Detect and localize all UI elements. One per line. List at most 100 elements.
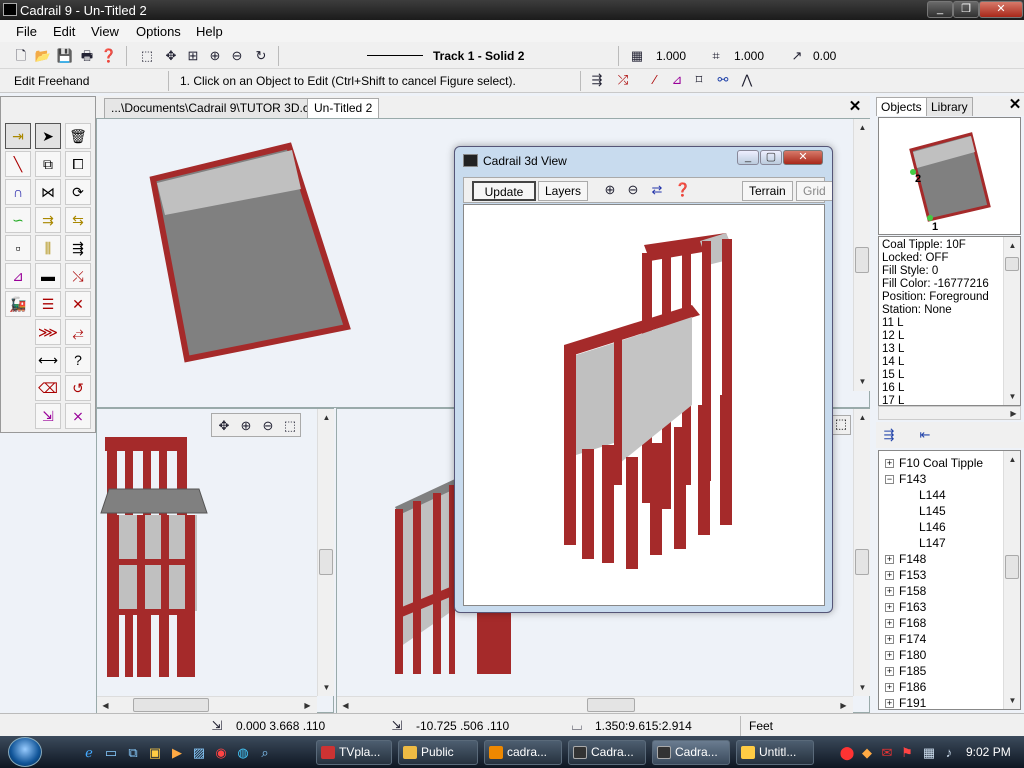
grid-icon[interactable]: ▦ <box>628 47 646 64</box>
tool-connect-icon[interactable]: ⇆ <box>65 207 91 233</box>
task-cadrail-browser[interactable]: cadra... <box>484 740 562 765</box>
zoom-window-icon[interactable]: ⊞ <box>184 47 202 64</box>
number-icon[interactable]: ⁄ <box>646 71 664 88</box>
tool-rotate-icon[interactable]: ⟳ <box>65 179 91 205</box>
tray-flag-icon[interactable]: ⚑ <box>898 744 916 761</box>
maximize-button[interactable]: ❐ <box>953 1 979 18</box>
tree-item[interactable]: F163 <box>899 600 926 614</box>
tool-line-icon[interactable]: ╲ <box>5 151 31 177</box>
tree-item[interactable]: L144 <box>919 488 946 502</box>
tool-dimension-icon[interactable]: ⟷ <box>35 347 61 373</box>
tray-alert-icon[interactable]: ⬤ <box>838 744 856 761</box>
props-vscroll[interactable]: ▲ ▼ <box>1003 237 1020 405</box>
tool-split-icon[interactable]: ⫼ <box>35 235 61 261</box>
scroll-right-icon[interactable]: ▶ <box>299 697 316 714</box>
save-icon[interactable]: 💾 <box>56 47 74 64</box>
scroll-right-icon[interactable]: ▶ <box>1005 405 1022 422</box>
collapse-tree-icon[interactable]: ⇤ <box>916 426 934 443</box>
tree-vscroll-thumb[interactable] <box>1005 555 1019 579</box>
front-hscroll-thumb[interactable] <box>133 698 209 712</box>
tab-objects[interactable]: Objects <box>876 97 927 116</box>
edit-shape-icon[interactable]: ⌑ <box>690 71 708 88</box>
angle-value[interactable]: 0.00 <box>813 49 836 63</box>
tool-flex-track-icon[interactable]: ∽ <box>5 207 31 233</box>
tree-item[interactable]: F158 <box>899 584 926 598</box>
props-hscroll[interactable]: ▶ <box>878 406 1021 420</box>
scroll-up-icon[interactable]: ▲ <box>854 119 871 136</box>
tree-item[interactable]: L145 <box>919 504 946 518</box>
media-player-icon[interactable]: ◉ <box>212 744 230 761</box>
view3d-minimize-button[interactable]: _ <box>737 150 759 165</box>
tree-expander-icon[interactable]: + <box>885 635 894 644</box>
start-button[interactable] <box>8 737 42 767</box>
front-view-pane[interactable]: ✥ ⊕ ⊖ ⬚ ▲ ▼ ◀ ▶ <box>96 408 334 713</box>
tool-curve-icon[interactable]: ∩ <box>5 179 31 205</box>
snap-icon[interactable]: ⌗ <box>707 47 725 64</box>
front-vscroll[interactable]: ▲ ▼ <box>317 409 334 696</box>
open-folder-icon[interactable]: 📂 <box>34 47 52 64</box>
side-vscroll[interactable]: ▲ ▼ <box>853 409 870 696</box>
tree-expander-icon[interactable]: + <box>885 555 894 564</box>
menu-help[interactable]: Help <box>196 24 223 39</box>
tab-untitled2[interactable]: Un-Titled 2 <box>307 98 380 118</box>
zoom-out-icon[interactable]: ⊖ <box>228 47 246 64</box>
angle-icon[interactable]: ↗ <box>788 47 806 64</box>
menu-edit[interactable]: Edit <box>53 24 75 39</box>
scroll-left-icon[interactable]: ◀ <box>97 697 114 714</box>
tree-expander-icon[interactable]: + <box>885 651 894 660</box>
props-vscroll-thumb[interactable] <box>1005 257 1019 271</box>
rotate-view-icon[interactable]: ⇄ <box>648 181 666 198</box>
select-region-icon[interactable]: ⬚ <box>138 47 156 64</box>
minimize-button[interactable]: _ <box>927 1 953 18</box>
menu-options[interactable]: Options <box>136 24 181 39</box>
close-document-icon[interactable]: ✕ <box>846 98 864 116</box>
tool-measure-icon[interactable]: ▬ <box>35 263 61 289</box>
tree-expander-icon[interactable]: + <box>885 603 894 612</box>
tray-network-icon[interactable]: ▦ <box>920 744 938 761</box>
grid-button[interactable]: Grid <box>796 181 832 201</box>
tree-expander-icon[interactable]: + <box>885 699 894 708</box>
tool-track-icon[interactable]: ☰ <box>35 291 61 317</box>
explorer-icon[interactable]: ▣ <box>146 744 164 761</box>
tool-grade-icon[interactable]: ⊿ <box>5 263 31 289</box>
tree-item[interactable]: F168 <box>899 616 926 630</box>
zoom-window-icon[interactable]: ⬚ <box>831 415 851 435</box>
tool-turnout-icon[interactable]: ⤯ <box>65 263 91 289</box>
tool-attach-icon[interactable]: ⇥ <box>5 123 31 149</box>
tool-locomotive-icon[interactable]: 🚂 <box>5 291 31 317</box>
tab-library[interactable]: Library <box>926 97 973 116</box>
tree-item[interactable]: F180 <box>899 648 926 662</box>
side-hscroll[interactable]: ◀ ▶ <box>337 696 853 713</box>
view3d-close-button[interactable]: ✕ <box>783 150 823 165</box>
tree-vscroll[interactable]: ▲ ▼ <box>1003 451 1020 709</box>
line-style-sample[interactable] <box>367 55 423 56</box>
photos-icon[interactable]: ▨ <box>190 744 208 761</box>
tool-arc-icon[interactable]: ↺ <box>65 375 91 401</box>
parallel-icon[interactable]: ⇶ <box>588 71 606 88</box>
node-icon[interactable]: ⚯ <box>714 71 732 88</box>
elevation-icon[interactable]: ⊿ <box>668 71 686 88</box>
zoom-in-icon[interactable]: ⊕ <box>206 47 224 64</box>
tree-item[interactable]: F153 <box>899 568 926 582</box>
tool-point-icon[interactable]: ▫ <box>5 235 31 261</box>
tool-query-icon[interactable]: ? <box>65 347 91 373</box>
task-cadrail-2[interactable]: Cadra... <box>652 740 730 765</box>
terrain-button[interactable]: Terrain <box>742 181 793 201</box>
tree-expander-icon[interactable]: + <box>885 459 894 468</box>
front-view-canvas[interactable] <box>97 429 327 699</box>
layers-button[interactable]: Layers <box>538 181 588 201</box>
pan-icon[interactable]: ✥ <box>162 47 180 64</box>
help-icon[interactable]: ❓ <box>674 181 692 198</box>
tray-mail-icon[interactable]: ✉ <box>878 744 896 761</box>
menu-view[interactable]: View <box>91 24 119 39</box>
clock[interactable]: 9:02 PM <box>966 745 1011 759</box>
window-switch-icon[interactable]: ⧉ <box>124 744 142 761</box>
tool-join-icon[interactable]: ⇉ <box>35 207 61 233</box>
view3d-maximize-button[interactable]: ▢ <box>760 150 782 165</box>
menu-file[interactable]: File <box>16 24 37 39</box>
scroll-down-icon[interactable]: ▼ <box>854 679 871 696</box>
tool-select-icon[interactable]: ➤ <box>35 123 61 149</box>
side-vscroll-thumb[interactable] <box>855 549 869 575</box>
task-public[interactable]: Public <box>398 740 478 765</box>
front-hscroll[interactable]: ◀ ▶ <box>97 696 317 713</box>
